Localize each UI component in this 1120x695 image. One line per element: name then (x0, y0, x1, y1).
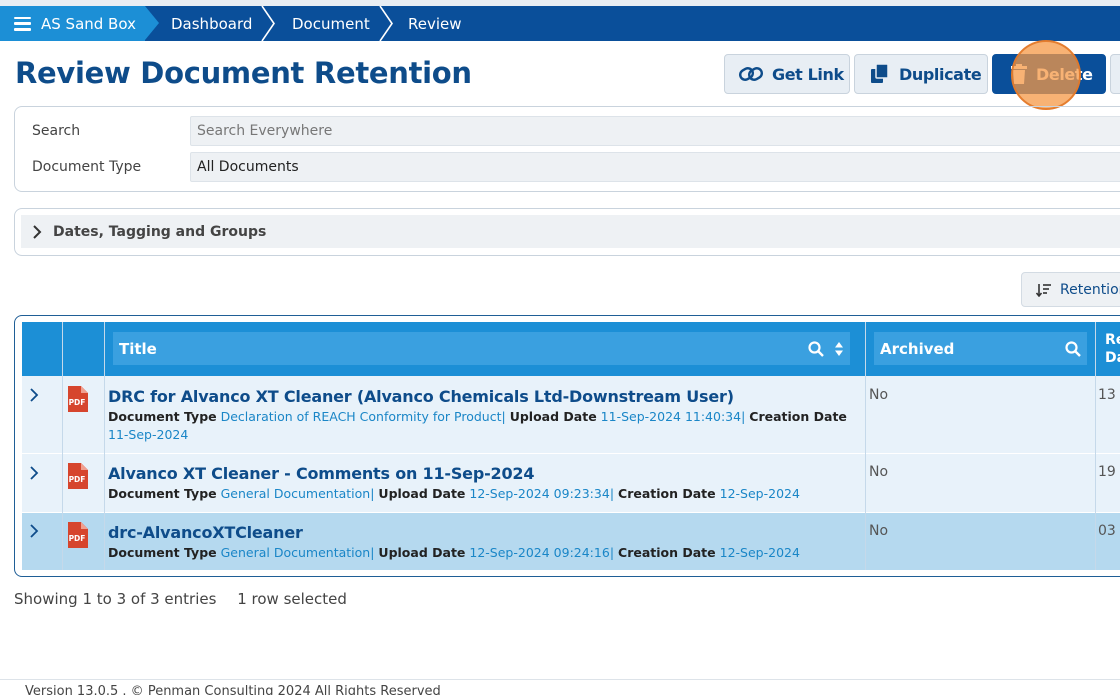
document-meta: Document Type Declaration of REACH Confo… (108, 409, 847, 442)
meta-label: Document Type (108, 486, 217, 501)
table-row[interactable] (22, 454, 1120, 512)
meta-label: Document Type (108, 409, 217, 424)
duplicate-label: Duplicate (899, 64, 982, 84)
row-divider (22, 453, 1120, 454)
accordion-toggle[interactable]: Dates, Tagging and Groups (21, 215, 1120, 248)
column-header-title[interactable]: Title (113, 332, 850, 365)
svg-text:PDF: PDF (69, 398, 86, 407)
row-divider (22, 512, 1120, 513)
breadcrumb-home[interactable]: AS Sand Box (0, 6, 159, 41)
doc-type-value: General Documentation (220, 486, 371, 501)
delete-label: Delete (1036, 64, 1093, 84)
sort-retention-button[interactable]: Retention (1021, 272, 1120, 307)
link-icon (739, 67, 763, 81)
document-meta: Document Type General Documentation| Upl… (108, 486, 800, 501)
expand-row-icon[interactable] (29, 466, 39, 480)
column-header-archived[interactable]: Archived (874, 332, 1087, 365)
breadcrumb-item-label: Dashboard (171, 14, 253, 33)
retention-date-value: 13 (1098, 387, 1116, 403)
meta-label: Upload Date (378, 486, 466, 501)
document-title-link[interactable]: Alvanco XT Cleaner - Comments on 11-Sep-… (108, 464, 534, 483)
upload-date-value: 12-Sep-2024 09:24:16 (469, 545, 610, 560)
column-divider (104, 322, 105, 570)
footer-text: Version 13.0.5 . © Penman Consulting 202… (25, 684, 441, 695)
document-type-label: Document Type (32, 159, 142, 175)
document-title-link[interactable]: DRC for Alvanco XT Cleaner (Alvanco Chem… (108, 387, 734, 406)
breadcrumb-home-label: AS Sand Box (41, 14, 136, 33)
delete-button[interactable]: Delete (992, 54, 1106, 94)
breadcrumb-item-dashboard[interactable]: Dashboard (171, 6, 252, 41)
chevron-right-icon (379, 6, 393, 41)
document-title-link[interactable]: drc-AlvancoXTCleaner (108, 523, 303, 542)
svg-text:PDF: PDF (69, 534, 86, 543)
selection-count: 1 row selected (237, 590, 347, 608)
expand-row-icon[interactable] (29, 524, 39, 538)
document-type-select[interactable]: All Documents (190, 152, 1120, 182)
column-date-label-top: Re (1105, 332, 1120, 348)
upload-date-value: 11-Sep-2024 11:40:34 (600, 409, 742, 424)
trash-icon (1011, 64, 1027, 84)
meta-label: Creation Date (749, 409, 847, 424)
table-header: Title Archived Re Da (22, 322, 1120, 376)
column-title-label: Title (119, 339, 157, 358)
menu-icon[interactable] (14, 16, 31, 31)
archived-value: No (869, 387, 889, 403)
column-divider (865, 322, 866, 570)
page-title: Review Document Retention (15, 56, 472, 90)
column-date-label-bottom: Da (1105, 350, 1120, 366)
breadcrumb: AS Sand Box Dashboard Document Review (0, 6, 1120, 41)
column-archived-label: Archived (880, 339, 955, 358)
pdf-icon: PDF (68, 522, 88, 548)
document-meta: Document Type General Documentation| Upl… (108, 545, 800, 560)
more-actions-button[interactable] (1110, 54, 1120, 94)
archived-value: No (869, 464, 889, 480)
search-icon[interactable] (1065, 341, 1081, 357)
chevron-right-icon (261, 6, 275, 41)
chevron-right-icon (33, 224, 42, 239)
get-link-label: Get Link (772, 64, 844, 84)
breadcrumb-item-label: Document (292, 14, 370, 33)
accordion-label: Dates, Tagging and Groups (53, 223, 267, 240)
upload-date-value: 12-Sep-2024 09:23:34 (469, 486, 610, 501)
breadcrumb-item-review: Review (408, 6, 462, 41)
entries-count: Showing 1 to 3 of 3 entries (14, 590, 217, 608)
svg-text:PDF: PDF (69, 475, 86, 484)
retention-date-value: 03 (1098, 523, 1116, 539)
pdf-icon: PDF (68, 463, 88, 489)
search-icon[interactable] (808, 341, 824, 357)
duplicate-button[interactable]: Duplicate (854, 54, 988, 94)
search-input[interactable]: Search Everywhere (190, 116, 1120, 146)
sort-label: Retention (1060, 281, 1120, 298)
column-divider (62, 322, 63, 570)
footer-divider (0, 679, 1120, 680)
search-label: Search (32, 123, 81, 139)
meta-label: Upload Date (509, 409, 597, 424)
pdf-icon: PDF (68, 386, 88, 412)
filter-panel: Search Search Everywhere Document Type A… (14, 106, 1120, 192)
dates-tagging-groups-panel: Dates, Tagging and Groups (14, 208, 1120, 256)
creation-date-value: 12-Sep-2024 (719, 545, 800, 560)
meta-label: Creation Date (618, 486, 716, 501)
table-status: Showing 1 to 3 of 3 entries 1 row select… (14, 590, 347, 608)
doc-type-value: Declaration of REACH Conformity for Prod… (220, 409, 502, 424)
archived-value: No (869, 523, 889, 539)
creation-date-value: 11-Sep-2024 (108, 427, 189, 442)
column-header-date[interactable]: Re Da (1105, 331, 1120, 367)
sort-toggle-icon[interactable] (834, 341, 844, 357)
copy-icon (871, 63, 889, 83)
column-divider (1095, 322, 1096, 570)
meta-label: Document Type (108, 545, 217, 560)
retention-date-value: 19 (1098, 464, 1116, 480)
breadcrumb-item-document[interactable]: Document (292, 6, 370, 41)
get-link-button[interactable]: Get Link (724, 54, 850, 94)
doc-type-value: General Documentation (220, 545, 371, 560)
breadcrumb-item-label: Review (408, 14, 462, 33)
sort-icon (1036, 283, 1051, 297)
meta-label: Creation Date (618, 545, 716, 560)
expand-row-icon[interactable] (29, 388, 39, 402)
creation-date-value: 12-Sep-2024 (719, 486, 800, 501)
meta-label: Upload Date (378, 545, 466, 560)
documents-table: Title Archived Re Da PDF DRC for Alvanco… (14, 315, 1120, 577)
